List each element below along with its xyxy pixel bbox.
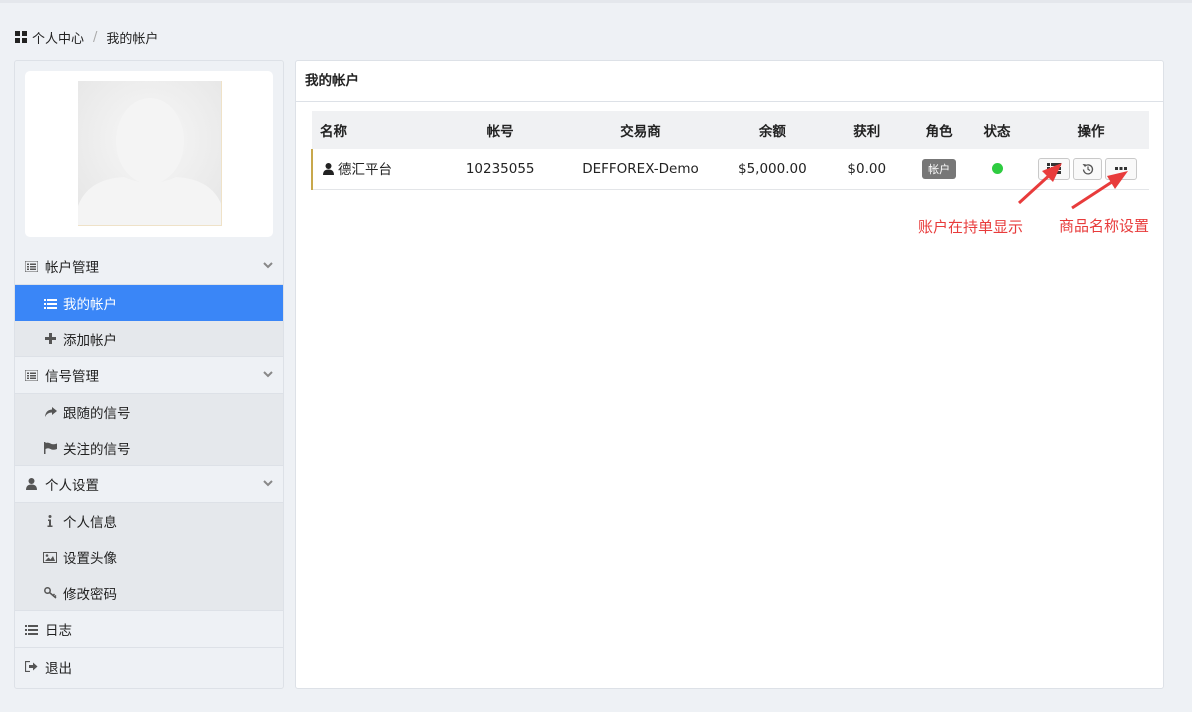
annotation-positions-label: 账户在持单显示	[918, 218, 1024, 236]
annotation-arrow-right	[1071, 171, 1128, 210]
annotation-arrow-left	[1017, 163, 1062, 205]
annotation-arrows	[1017, 163, 1128, 210]
annotation-symbol-label: 商品名称设置	[1059, 217, 1150, 235]
